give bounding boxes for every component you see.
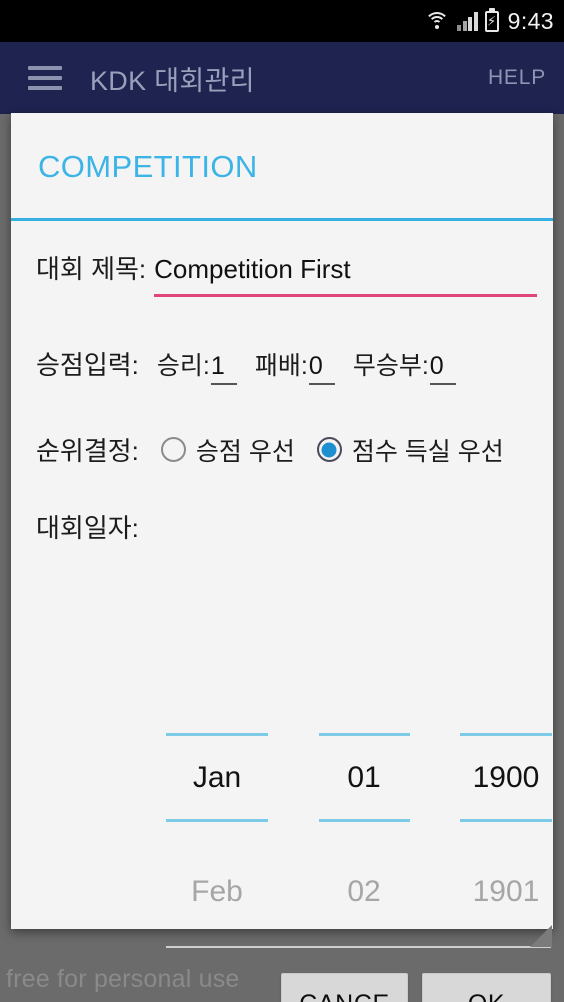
win-points-input[interactable]: 1 xyxy=(210,352,237,385)
month-next-value[interactable]: Feb xyxy=(166,822,268,909)
radio-option-goal-diff-priority[interactable]: 점수 득실 우선 xyxy=(316,432,504,468)
date-picker-year-column[interactable]: 1900 1901 xyxy=(460,733,552,909)
score-points-label: 승점입력: xyxy=(36,350,139,380)
radio-option-points-priority[interactable]: 승점 우선 xyxy=(160,432,295,468)
loss-points-label: 패배: xyxy=(254,352,308,380)
status-bar: ⚡ 9:43 xyxy=(0,0,564,42)
cellular-signal-icon xyxy=(457,11,478,31)
score-points-row: 승점입력: 승리: 1 패배: 0 무승부: 0 xyxy=(27,345,537,385)
cancel-button[interactable]: CANCE xyxy=(281,973,408,1002)
win-points-group: 승리: 1 xyxy=(157,346,237,385)
draw-points-label: 무승부: xyxy=(352,352,429,380)
date-picker-day-column[interactable]: 01 02 xyxy=(318,733,410,909)
hamburger-menu-icon[interactable] xyxy=(28,66,62,90)
competition-date-label: 대회일자: xyxy=(36,513,139,543)
watermark-text: free for personal use xyxy=(6,965,240,993)
day-selected-value: 01 xyxy=(347,761,381,794)
radio-label-points-priority: 승점 우선 xyxy=(195,437,295,466)
radio-label-goal-diff-priority: 점수 득실 우선 xyxy=(351,437,504,466)
ranking-rule-row: 순위결정: 승점 우선 점수 득실 우선 xyxy=(27,431,537,468)
dialog-title-divider xyxy=(11,218,553,221)
loss-points-input[interactable]: 0 xyxy=(308,352,335,385)
battery-charging-icon: ⚡ xyxy=(484,10,499,32)
date-picker[interactable]: Jan Feb 01 02 1900 1901 xyxy=(166,733,552,909)
competition-title-row: 대회 제목: Competition First xyxy=(27,249,537,297)
competition-date-row: 대회일자: xyxy=(27,508,537,545)
help-button[interactable]: HELP xyxy=(488,66,546,90)
radio-checked-icon xyxy=(316,437,342,462)
month-selected-value: Jan xyxy=(192,761,242,794)
competition-title-input[interactable]: Competition First xyxy=(154,254,537,297)
ranking-rule-label: 순위결정: xyxy=(36,436,139,466)
win-points-label: 승리: xyxy=(156,352,210,380)
date-picker-divider xyxy=(166,946,551,948)
wifi-icon xyxy=(424,11,450,31)
day-next-value[interactable]: 02 xyxy=(319,822,410,909)
loss-points-group: 패배: 0 xyxy=(255,346,335,385)
competition-title-value: Competition First xyxy=(154,254,351,284)
draw-points-input[interactable]: 0 xyxy=(429,352,456,385)
radio-unchecked-icon xyxy=(160,437,186,462)
device-screen: ⚡ 9:43 KDK 대회관리 HELP COMPETITION 대회 제목: … xyxy=(0,0,564,1002)
competition-dialog: COMPETITION 대회 제목: Competition First 승점입… xyxy=(11,113,553,1002)
app-bar: KDK 대회관리 HELP xyxy=(0,42,564,114)
app-title: KDK 대회관리 xyxy=(90,65,255,96)
status-bar-clock: 9:43 xyxy=(507,7,554,34)
ok-button[interactable]: OK xyxy=(422,973,551,1002)
year-next-value[interactable]: 1901 xyxy=(460,822,552,909)
draw-points-group: 무승부: 0 xyxy=(353,346,456,385)
year-selected-value: 1900 xyxy=(472,761,540,794)
resize-handle-icon[interactable] xyxy=(530,925,552,947)
competition-title-label: 대회 제목: xyxy=(36,254,147,284)
date-picker-month-column[interactable]: Jan Feb xyxy=(166,733,268,909)
dialog-title: COMPETITION xyxy=(38,149,258,184)
